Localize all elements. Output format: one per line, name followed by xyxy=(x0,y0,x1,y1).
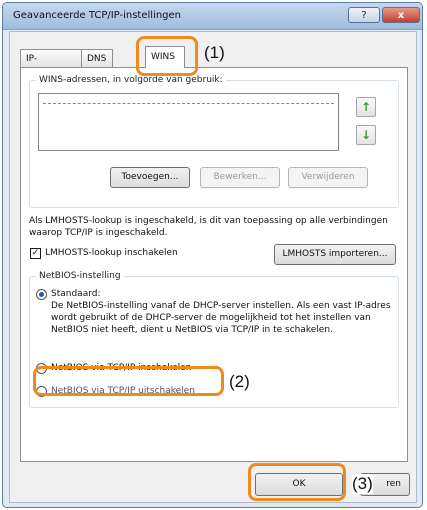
help-button[interactable]: ? xyxy=(348,7,380,23)
move-up-button[interactable]: ↑ xyxy=(356,97,376,117)
tab-ip-settings[interactable]: IP-instellingen xyxy=(20,49,82,82)
wins-panel: WINS-adressen, in volgorde van gebruik: … xyxy=(20,67,408,462)
arrow-up-icon: ↑ xyxy=(360,100,372,114)
arrow-down-icon: ↓ xyxy=(360,128,372,142)
list-separator xyxy=(43,103,334,104)
highlight-netbios-enable xyxy=(33,366,224,396)
tab-wins[interactable]: WINS xyxy=(145,46,185,68)
remove-button[interactable]: Verwijderen xyxy=(288,167,368,188)
window-title: Geavanceerde TCP/IP-instellingen xyxy=(13,10,182,21)
close-button[interactable]: x xyxy=(382,7,420,23)
dialog-window: Geavanceerde TCP/IP-instellingen ? x IP-… xyxy=(2,2,423,508)
dialog-body: IP-instellingen DNS WINS WINS-adressen, … xyxy=(9,31,417,503)
annotation-step-1: (1) xyxy=(204,43,225,62)
wins-addresses-group: WINS-adressen, in volgorde van gebruik: … xyxy=(29,75,399,208)
wins-addresses-label: WINS-adressen, in volgorde van gebruik: xyxy=(36,75,226,85)
edit-button[interactable]: Bewerken... xyxy=(200,167,280,188)
annotation-step-3: (3) xyxy=(352,474,373,494)
add-button[interactable]: Toevoegen... xyxy=(110,167,190,188)
lmhosts-description: Als LMHOSTS-lookup is ingeschakeld, is d… xyxy=(29,216,388,238)
lmhosts-checkbox-label[interactable]: LMHOSTS-lookup inschakelen xyxy=(45,247,178,259)
netbios-default-radio[interactable] xyxy=(36,289,47,300)
lmhosts-import-button[interactable]: LMHOSTS importeren... xyxy=(274,244,396,265)
netbios-default-description: De NetBIOS-instelling vanaf de DHCP-serv… xyxy=(51,301,391,335)
netbios-default-label[interactable]: Standaard: xyxy=(51,288,101,300)
move-down-button[interactable]: ↓ xyxy=(356,125,376,145)
netbios-group-label: NetBIOS-instelling xyxy=(36,271,124,281)
wins-address-list[interactable] xyxy=(38,93,339,151)
highlight-ok-button xyxy=(248,463,346,501)
title-bar[interactable]: Geavanceerde TCP/IP-instellingen ? x xyxy=(3,3,422,30)
annotation-step-2: (2) xyxy=(229,372,250,391)
tab-dns[interactable]: DNS xyxy=(81,49,113,67)
lmhosts-checkbox[interactable]: ✓ xyxy=(30,248,41,259)
